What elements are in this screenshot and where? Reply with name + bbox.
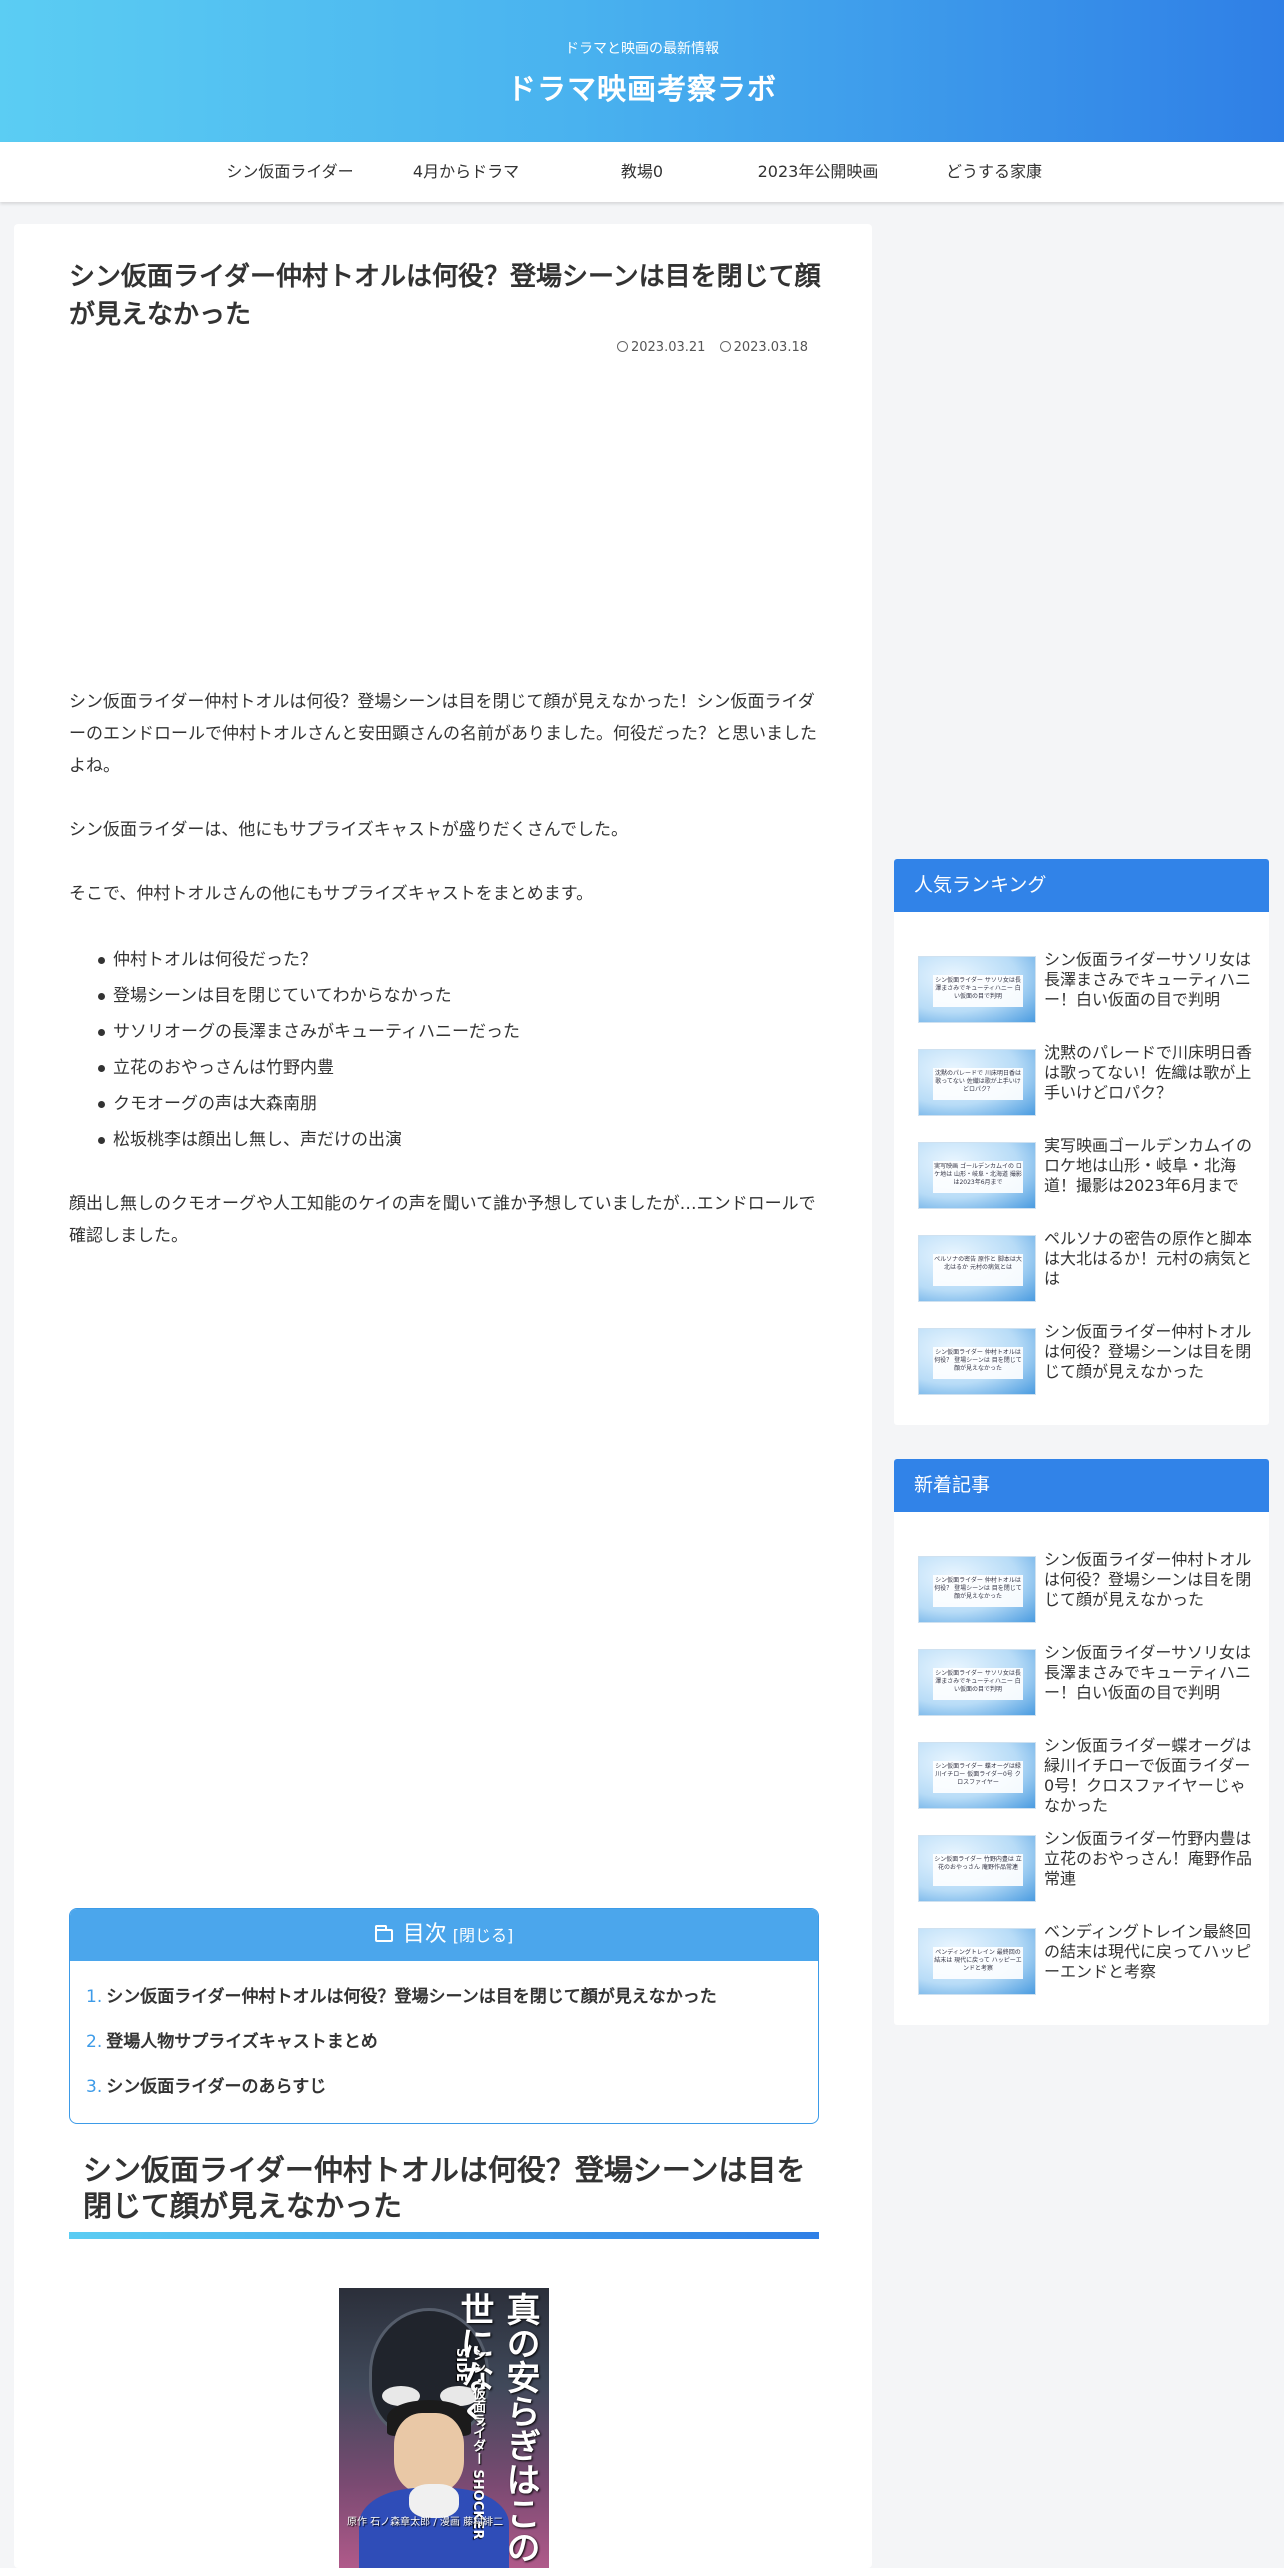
nav-item-april-dramas[interactable]: 4月からドラマ [378,142,554,202]
thumbnail: シン仮面ライダー サソリ女は長澤まさみでキューティハニー 白い仮面の目で判明 [918,1649,1036,1716]
thumbnail: シン仮面ライダー 仲村トオルは何役？ 登場シーンは 目を閉じて顔が見えなかった [918,1556,1036,1623]
site-header: ドラマと映画の最新情報 ドラマ映画考察ラボ [0,0,1284,142]
cover-author: 原作 石ノ森章太郎 / 漫画 藤村緋二 [347,2517,504,2528]
thumbnail: シン仮面ライダー 竹野内豊は 立花のおやっさん 庵野作品常連 [918,1835,1036,1902]
nav-item-kyojo-0[interactable]: 教場0 [554,142,730,202]
update-icon [616,341,628,352]
toc-header: 目次 [閉じる] [70,1909,818,1961]
intro-paragraph: シン仮面ライダー仲村トオルは何役？登場シーンは目を閉じて顔が見えなかった！シン仮… [69,692,817,776]
ranking-item[interactable]: 実写映画 ゴールデンカムイの ロケ地は 山形・岐阜・北海道 撮影は2023年6月… [918,1136,1258,1220]
recent-heading: 新着記事 [894,1459,1269,1512]
recent-item[interactable]: シン仮面ライダー サソリ女は長澤まさみでキューティハニー 白い仮面の目で判明 シ… [918,1643,1258,1727]
cover-subtitle: シン・仮面ライダー SHOCKER SIDE [453,2348,485,2540]
list-item: 松坂桃李は顔出し無し、声だけの出演 [69,1122,819,1158]
table-of-contents: 目次 [閉じる] 1. シン仮面ライダー仲村トオルは何役？登場シーンは目を閉じて顔が… [69,1908,819,2124]
thumbnail: ペルソナの密告 原作と 脚本は大北はるか 元村の病気とは [918,1235,1036,1302]
toc-toggle-button[interactable]: [閉じる] [453,1926,514,1945]
thumbnail: シン仮面ライダー 仲村トオルは何役？ 登場シーンは 目を閉じて顔が見えなかった [918,1328,1036,1395]
paragraph: そこで、仲村トオルさんの他にもサプライズキャストをまとめます。 [69,884,594,904]
folder-icon [374,1925,393,1942]
article-title: シン仮面ライダー仲村トオルは何役？登場シーンは目を閉じて顔が見えなかった [69,262,821,330]
list-item: 立花のおやっさんは竹野内豊 [69,1050,819,1086]
ranking-item[interactable]: シン仮面ライダー サソリ女は長澤まさみでキューティハニー 白い仮面の目で判明 シ… [918,950,1258,1034]
article-card: シン仮面ライダー仲村トオルは何役？登場シーンは目を閉じて顔が見えなかった 202… [14,224,872,2568]
nav-item-2023-movies[interactable]: 2023年公開映画 [730,142,906,202]
toc-item[interactable]: 2. 登場人物サプライズキャストまとめ [86,2020,818,2065]
clock-icon [719,341,731,352]
thumbnail: シン仮面ライダー サソリ女は長澤まさみでキューティハニー 白い仮面の目で判明 [918,956,1036,1023]
published-date: 2023.03.18 [719,340,808,355]
toc-title: 目次 [402,1922,447,1947]
nav-item-shin-kamen-rider[interactable]: シン仮面ライダー [202,142,378,202]
list-item: クモオーグの声は大森南朋 [69,1086,819,1122]
manga-cover-image[interactable]: 真の安らぎはこの世になく シン・仮面ライダー SHOCKER SIDE 原作 石… [339,2288,549,2568]
site-tagline: ドラマと映画の最新情報 [565,41,719,57]
paragraph: 顔出し無しのクモオーグや人工知能のケイの声を聞いて誰か予想していましたが…エンド… [69,1194,816,1246]
list-item: 仲村トオルは何役だった？ [69,942,819,978]
ranking-item[interactable]: 沈黙のパレードで 川床明日香は歌ってない 佐織は歌が上手いけどロパク？ 沈黙のパ… [918,1043,1258,1127]
recent-item[interactable]: シン仮面ライダー 竹野内豊は 立花のおやっさん 庵野作品常連 シン仮面ライダー竹… [918,1829,1258,1913]
paragraph: シン仮面ライダーは、他にもサプライズキャストが盛りだくさんでした。 [69,820,628,840]
ranking-widget: 人気ランキング シン仮面ライダー サソリ女は長澤まさみでキューティハニー 白い仮… [894,859,1269,1425]
recent-item[interactable]: シン仮面ライダー 仲村トオルは何役？ 登場シーンは 目を閉じて顔が見えなかった … [918,1550,1258,1634]
ranking-item[interactable]: シン仮面ライダー 仲村トオルは何役？ 登場シーンは 目を閉じて顔が見えなかった … [918,1322,1258,1406]
highlights-list: 仲村トオルは何役だった？ 登場シーンは目を閉じていてわからなかった サソリオーグ… [69,942,819,1158]
recent-item[interactable]: ペンディングトレイン 最終回の結末は 現代に戻って ハッピーエンドと考察 ベンデ… [918,1922,1258,2006]
cover-title: 真の安らぎはこの世になく [454,2292,540,2564]
list-item: サソリオーグの長澤まさみがキューティハニーだった [69,1014,819,1050]
post-dates: 2023.03.21 2023.03.18 [607,340,808,355]
thumbnail: シン仮面ライダー 蝶オーグは緑川イチロー 仮面ライダー0号 クロスファイヤー [918,1742,1036,1809]
thumbnail: 沈黙のパレードで 川床明日香は歌ってない 佐織は歌が上手いけどロパク？ [918,1049,1036,1116]
recent-posts-widget: 新着記事 シン仮面ライダー 仲村トオルは何役？ 登場シーンは 目を閉じて顔が見え… [894,1459,1269,2025]
toc-list: 1. シン仮面ライダー仲村トオルは何役？登場シーンは目を閉じて顔が見えなかった 2… [70,1961,818,2110]
thumbnail: ペンディングトレイン 最終回の結末は 現代に戻って ハッピーエンドと考察 [918,1928,1036,1995]
list-item: 登場シーンは目を閉じていてわからなかった [69,978,819,1014]
global-nav: シン仮面ライダー 4月からドラマ 教場0 2023年公開映画 どうする家康 [0,142,1284,202]
thumbnail: 実写映画 ゴールデンカムイの ロケ地は 山形・岐阜・北海道 撮影は2023年6月… [918,1142,1036,1209]
section-heading: シン仮面ライダー仲村トオルは何役？登場シーンは目を閉じて顔が見えなかった [69,2152,819,2239]
toc-item[interactable]: 3. シン仮面ライダーのあらすじ [86,2065,818,2110]
recent-item[interactable]: シン仮面ライダー 蝶オーグは緑川イチロー 仮面ライダー0号 クロスファイヤー シ… [918,1736,1258,1820]
updated-date: 2023.03.21 [616,340,705,355]
site-title[interactable]: ドラマ映画考察ラボ [0,66,1284,108]
ranking-heading: 人気ランキング [894,859,1269,912]
toc-item[interactable]: 1. シン仮面ライダー仲村トオルは何役？登場シーンは目を閉じて顔が見えなかった [86,1975,818,2020]
ranking-item[interactable]: ペルソナの密告 原作と 脚本は大北はるか 元村の病気とは ペルソナの密告の原作と… [918,1229,1258,1313]
nav-item-dousuru-ieyasu[interactable]: どうする家康 [906,142,1082,202]
